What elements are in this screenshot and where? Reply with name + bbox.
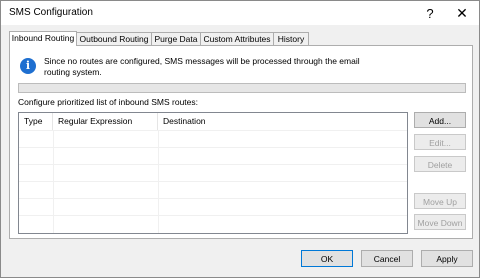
ok-button[interactable]: OK: [301, 250, 353, 267]
help-button[interactable]: ?: [415, 2, 445, 24]
row-divider: [19, 215, 407, 216]
column-header-regular-expression[interactable]: Regular Expression: [53, 113, 158, 130]
apply-button[interactable]: Apply: [421, 250, 473, 267]
add-button[interactable]: Add...: [414, 112, 466, 128]
sms-configuration-dialog: SMS Configuration ? ✕ Inbound Routing Ou…: [0, 0, 480, 278]
edit-button[interactable]: Edit...: [414, 134, 466, 150]
close-button[interactable]: ✕: [447, 2, 477, 24]
info-icon: i: [20, 58, 36, 74]
column-header-type[interactable]: Type: [19, 113, 53, 130]
row-divider: [19, 181, 407, 182]
row-divider: [19, 130, 407, 131]
window-title: SMS Configuration: [9, 7, 93, 18]
row-divider: [19, 164, 407, 165]
tab-custom-attributes[interactable]: Custom Attributes: [200, 32, 274, 45]
move-up-button[interactable]: Move Up: [414, 193, 466, 209]
delete-button[interactable]: Delete: [414, 156, 466, 172]
tab-inbound-routing[interactable]: Inbound Routing: [9, 31, 77, 46]
routes-label: Configure prioritized list of inbound SM…: [18, 97, 199, 107]
progress-bar: [18, 83, 466, 93]
routes-table[interactable]: Type Regular Expression Destination: [18, 112, 408, 234]
table-header: Type Regular Expression Destination: [19, 113, 407, 130]
inbound-routing-panel: i Since no routes are configured, SMS me…: [9, 45, 473, 239]
tab-purge-data[interactable]: Purge Data: [151, 32, 201, 45]
cancel-button[interactable]: Cancel: [361, 250, 413, 267]
move-down-button[interactable]: Move Down: [414, 214, 466, 230]
row-divider: [19, 147, 407, 148]
info-message: Since no routes are configured, SMS mess…: [44, 56, 360, 77]
row-divider: [19, 198, 407, 199]
title-bar: SMS Configuration ? ✕: [1, 1, 479, 25]
column-header-destination[interactable]: Destination: [158, 113, 407, 130]
tab-history[interactable]: History: [273, 32, 309, 45]
tab-outbound-routing[interactable]: Outbound Routing: [76, 32, 152, 45]
